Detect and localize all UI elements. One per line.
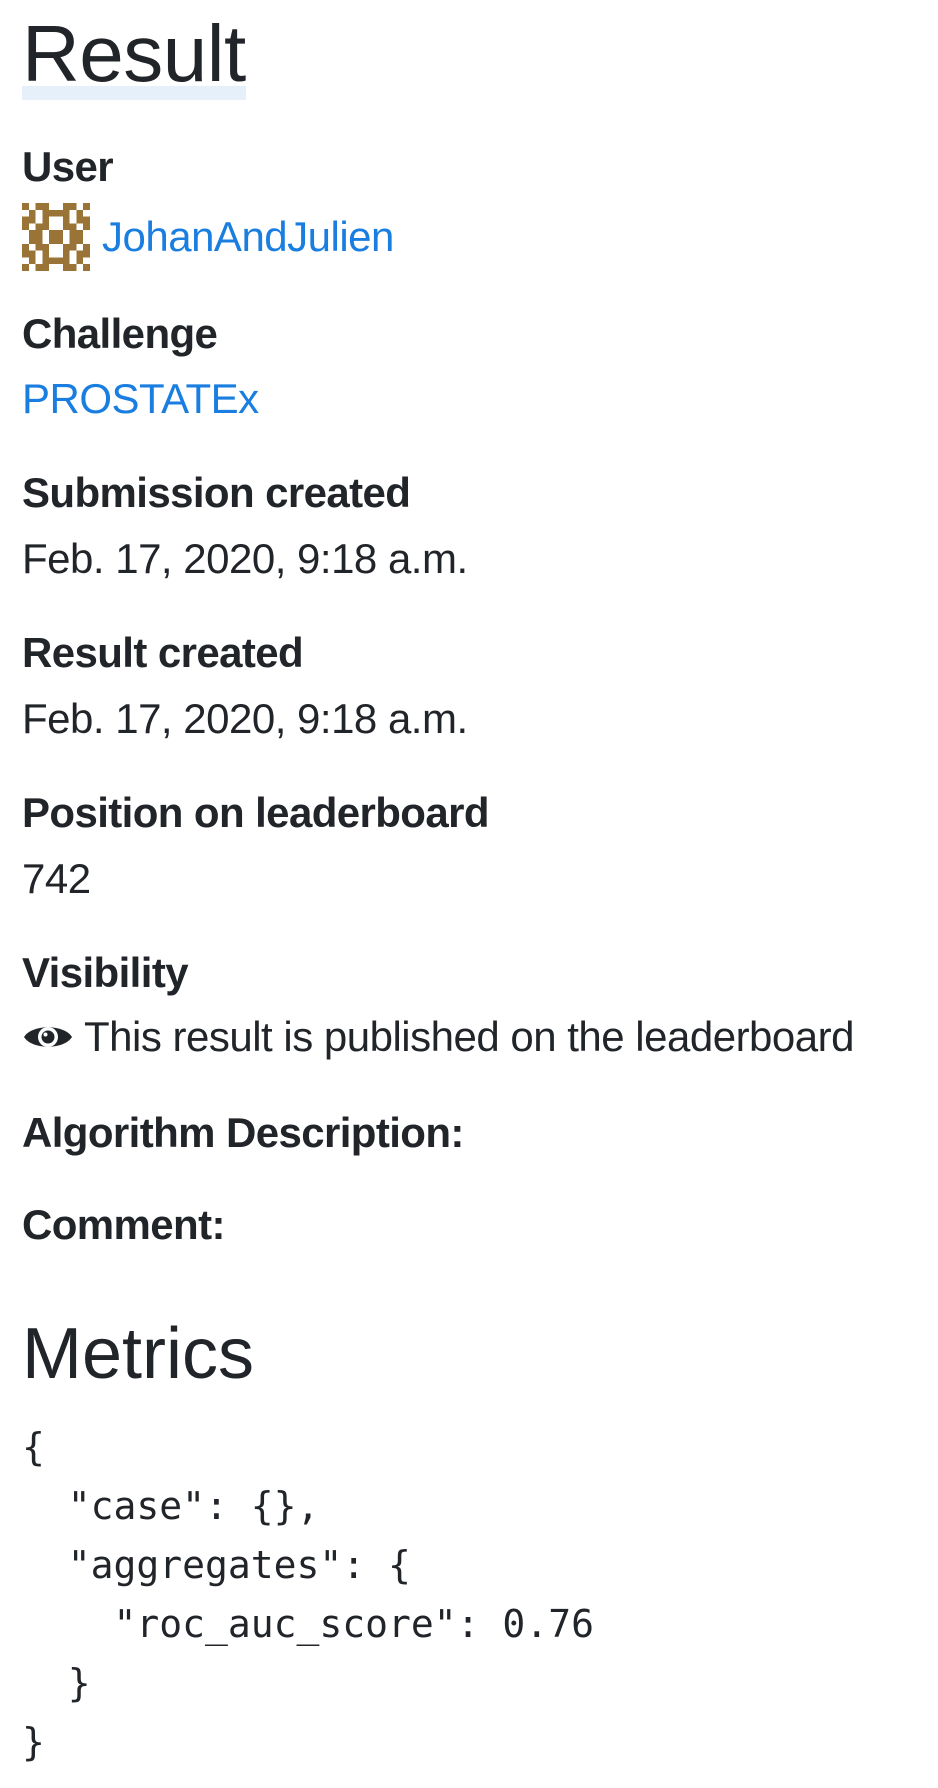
challenge-label: Challenge (22, 310, 218, 357)
submission-created-label: Submission created (22, 469, 411, 516)
challenge-link[interactable]: PROSTATEx (22, 378, 259, 420)
page-title: Result (22, 4, 246, 100)
position-value: 742 (22, 855, 91, 902)
submission-created-value: Feb. 17, 2020, 9:18 a.m. (22, 535, 468, 582)
position-label: Position on leaderboard (22, 789, 490, 836)
visibility-text: This result is published on the leaderbo… (84, 1013, 854, 1060)
algorithm-description-label: Algorithm Description: (22, 1109, 464, 1156)
metrics-json: { "case": {}, "aggregates": { "roc_auc_s… (22, 1425, 594, 1764)
user-row: JohanAndJulien (22, 203, 394, 271)
avatar[interactable] (22, 203, 90, 271)
result-page: Result User JohanAndJulien Challenge PRO… (0, 0, 938, 1788)
user-link[interactable]: JohanAndJulien (102, 216, 394, 258)
visibility-label: Visibility (22, 949, 189, 996)
eye-icon (24, 1027, 72, 1047)
visibility-row: This result is published on the leaderbo… (22, 1016, 854, 1058)
result-created-value: Feb. 17, 2020, 9:18 a.m. (22, 695, 468, 742)
metrics-title: Metrics (22, 1314, 254, 1394)
comment-label: Comment: (22, 1201, 225, 1248)
user-label: User (22, 143, 114, 190)
result-created-label: Result created (22, 629, 304, 676)
